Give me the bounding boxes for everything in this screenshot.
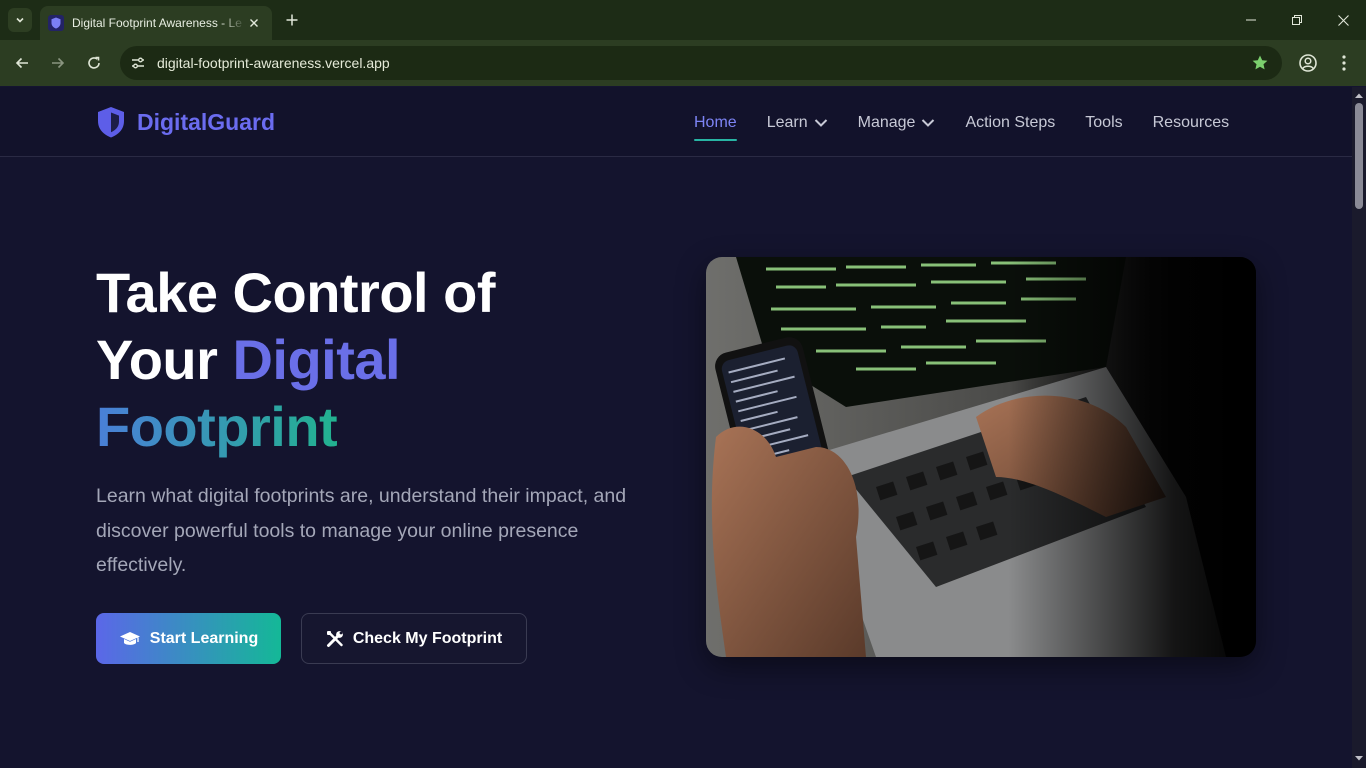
tab-search-button[interactable] [8, 8, 32, 32]
reload-button[interactable] [80, 49, 108, 77]
kebab-menu-icon [1342, 55, 1346, 71]
hero-title-line1: Take Control of [96, 261, 496, 324]
nav-item-label: Tools [1085, 114, 1123, 131]
nav-item-label: Action Steps [965, 114, 1056, 131]
nav-item-tools[interactable]: Tools [1085, 111, 1122, 135]
nav-item-learn[interactable]: Learn [767, 111, 828, 135]
profile-icon [1299, 54, 1317, 72]
shield-favicon-icon [48, 15, 64, 31]
nav-item-label: Resources [1152, 114, 1230, 131]
hero-title: Take Control of Your Digital Footprint [96, 259, 496, 460]
laptop-phone-photo [706, 257, 1256, 657]
scroll-down-arrow-icon[interactable] [1354, 753, 1364, 763]
close-window-button[interactable] [1320, 0, 1366, 40]
plus-icon [286, 14, 298, 26]
tab-close-icon[interactable] [246, 15, 262, 31]
browser-toolbar: digital-footprint-awareness.vercel.app [0, 40, 1366, 86]
start-learning-label: Start Learning [149, 629, 259, 647]
start-learning-button[interactable]: Start Learning [96, 613, 281, 664]
arrow-right-icon [52, 57, 65, 69]
web-page: DigitalGuard Home Learn Manage Action St… [0, 87, 1352, 768]
minimize-icon [1246, 19, 1256, 21]
tools-icon [326, 630, 344, 648]
hero-image-laptop-phone [706, 257, 1256, 657]
restore-icon [1292, 15, 1302, 25]
back-button[interactable] [8, 49, 36, 77]
chevron-down-icon [814, 118, 828, 128]
nav-item-label: Manage [857, 114, 916, 131]
site-header: DigitalGuard Home Learn Manage Action St… [0, 87, 1352, 157]
check-footprint-label: Check My Footprint [352, 629, 503, 647]
forward-button[interactable] [44, 49, 72, 77]
arrow-left-icon [15, 57, 28, 69]
shield-logo-icon [96, 106, 126, 138]
profile-button[interactable] [1294, 49, 1322, 77]
site-info-icon[interactable] [128, 53, 148, 73]
scroll-thumb[interactable] [1355, 103, 1363, 209]
nav-item-home[interactable]: Home [694, 111, 737, 141]
reload-icon [88, 56, 100, 69]
graduation-cap-icon [119, 631, 141, 647]
chevron-down-icon [16, 17, 24, 23]
nav-item-resources[interactable]: Resources [1153, 111, 1229, 135]
nav-item-label: Learn [766, 114, 808, 131]
nav-item-action-steps[interactable]: Action Steps [965, 111, 1055, 135]
restore-button[interactable] [1274, 0, 1320, 40]
chevron-down-icon [921, 118, 935, 128]
minimize-button[interactable] [1228, 0, 1274, 40]
url-text: digital-footprint-awareness.vercel.app [157, 55, 390, 71]
hero-title-line3: Footprint [96, 395, 338, 458]
brand-name: DigitalGuard [137, 108, 276, 135]
nav-item-label: Home [694, 114, 737, 131]
nav-item-manage[interactable]: Manage [858, 111, 936, 135]
main-nav: Home Learn Manage Action Steps Tools Res… [694, 111, 1229, 141]
address-bar[interactable]: digital-footprint-awareness.vercel.app [120, 46, 1282, 80]
brand-logo-link[interactable]: DigitalGuard [96, 106, 275, 138]
check-footprint-button[interactable]: Check My Footprint [301, 613, 527, 664]
browser-menu-button[interactable] [1330, 49, 1358, 77]
browser-tab-bar: Digital Footprint Awareness - Le [0, 0, 1366, 40]
hero-description: Learn what digital footprints are, under… [96, 485, 627, 576]
hero-title-highlight: Digital [232, 328, 401, 391]
hero-title-line2: Your [96, 328, 233, 391]
close-icon [1337, 14, 1349, 26]
bookmark-star-icon[interactable] [1250, 53, 1270, 73]
tab-title: Digital Footprint Awareness - Le [72, 16, 242, 30]
page-scrollbar[interactable] [1352, 87, 1366, 768]
browser-tab[interactable]: Digital Footprint Awareness - Le [40, 6, 272, 40]
scroll-up-arrow-icon[interactable] [1354, 91, 1364, 101]
new-tab-button[interactable] [282, 10, 302, 30]
